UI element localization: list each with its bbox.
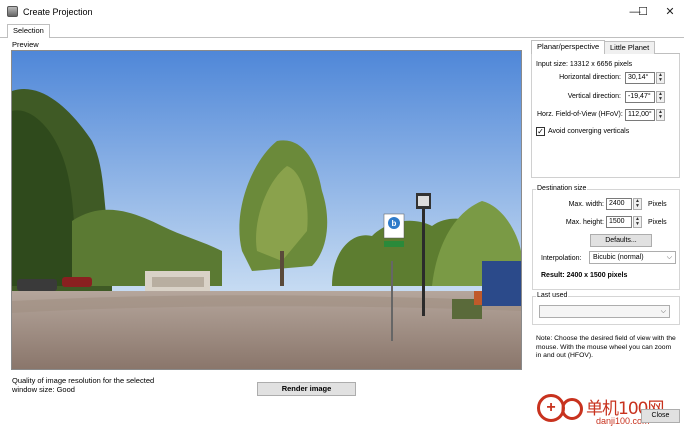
max-width-unit: Pixels: [648, 201, 667, 208]
avoid-converging-checkbox[interactable]: ✓: [536, 127, 545, 136]
projection-tab-strip: Planar/perspective Little Planet: [531, 40, 680, 54]
maximize-button[interactable]: ☐: [633, 4, 653, 20]
chevron-down-icon: ⌵: [666, 254, 672, 261]
tab-planar-perspective[interactable]: Planar/perspective: [531, 40, 606, 54]
interpolation-value: Bicubic (normal): [593, 254, 644, 261]
vertical-direction-stepper[interactable]: ▲ ▼: [656, 91, 665, 103]
last-used-select[interactable]: ⌵: [539, 305, 670, 318]
horizontal-direction-stepper[interactable]: ▲ ▼: [656, 72, 665, 84]
destination-size-title: Destination size: [536, 185, 588, 192]
max-height-label: Max. height:: [565, 219, 604, 226]
interpolation-label: Interpolation:: [541, 255, 582, 262]
last-used-title: Last used: [536, 292, 569, 299]
main-tab-strip: Selection: [0, 24, 684, 38]
tab-little-planet[interactable]: Little Planet: [604, 41, 656, 54]
hfov-label: Horz. Field-of-View (HFoV):: [537, 111, 623, 118]
panorama-preview[interactable]: b: [11, 50, 522, 370]
sign-letter: b: [392, 219, 397, 228]
max-height-unit: Pixels: [648, 219, 667, 226]
avoid-converging-label: Avoid converging verticals: [548, 128, 630, 135]
close-window-button[interactable]: ✕: [660, 4, 680, 20]
input-size-label: Input size: 13312 x 6656 pixels: [536, 61, 633, 68]
vertical-direction-label: Vertical direction:: [567, 93, 621, 100]
max-width-input[interactable]: 2400: [606, 198, 632, 210]
quality-text: Quality of image resolution for the sele…: [12, 376, 155, 394]
tab-selection[interactable]: Selection: [7, 24, 50, 38]
chevron-down-icon: ⌵: [660, 308, 666, 315]
render-image-button[interactable]: Render image: [257, 382, 356, 396]
window-title: Create Projection: [23, 7, 93, 17]
max-width-stepper[interactable]: ▲ ▼: [633, 198, 642, 210]
interpolation-select[interactable]: Bicubic (normal) ⌵: [589, 251, 676, 264]
usage-note: Note: Choose the desired field of view w…: [536, 335, 676, 359]
max-height-stepper[interactable]: ▲ ▼: [633, 216, 642, 228]
defaults-button[interactable]: Defaults...: [590, 234, 652, 247]
watermark-plus-icon: +: [537, 394, 565, 422]
result-size-text: Result: 2400 x 1500 pixels: [541, 272, 628, 279]
preview-label: Preview: [12, 40, 39, 49]
close-button[interactable]: Close: [641, 409, 680, 423]
street-lamp: [422, 206, 425, 316]
horizontal-direction-label: Horizontal direction:: [559, 74, 621, 81]
max-height-input[interactable]: 1500: [606, 216, 632, 228]
app-icon: [7, 6, 18, 17]
max-width-label: Max. width:: [568, 201, 604, 208]
hfov-stepper[interactable]: ▲ ▼: [656, 109, 665, 121]
title-bar: Create Projection — ☐ ✕: [0, 0, 684, 24]
hfov-input[interactable]: 112,00°: [625, 109, 655, 121]
horizontal-direction-input[interactable]: 30,14°: [625, 72, 655, 84]
vertical-direction-input[interactable]: -19,47°: [625, 91, 655, 103]
